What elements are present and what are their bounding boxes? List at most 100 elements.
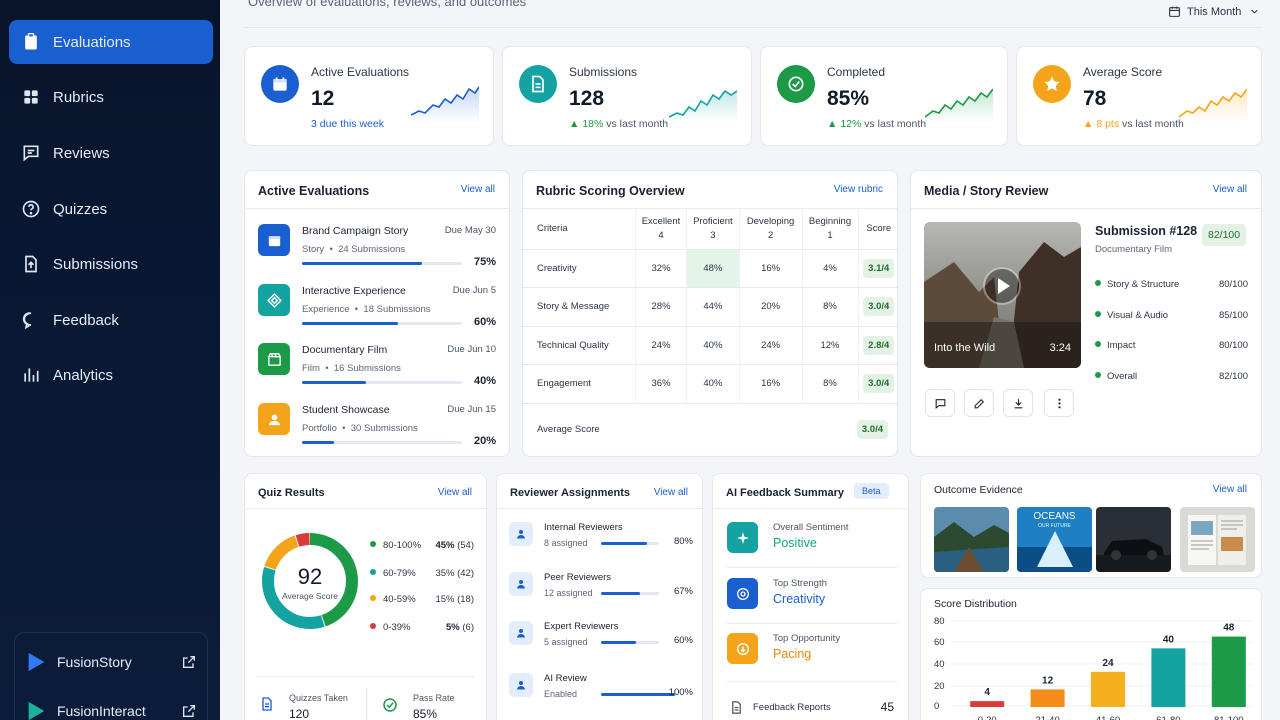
score-cell: 3.0/4 <box>857 364 897 404</box>
header-divider <box>244 27 1262 28</box>
period-selector[interactable]: This Month <box>1168 5 1266 18</box>
card-title: AI Feedback Summary <box>726 487 844 499</box>
sidebar-item-reviews[interactable]: Reviews <box>9 131 213 175</box>
evidence-thumbnail[interactable] <box>1180 507 1255 572</box>
data-label: 4 <box>984 687 990 698</box>
diamond-icon <box>258 284 290 316</box>
table-row[interactable]: Story & Message 28% 44% 20% 8% 3.0/4 <box>523 287 897 327</box>
column-header: Proficient 3 <box>686 209 740 250</box>
table-cell: 8% <box>801 364 858 404</box>
list-item[interactable]: Interactive Experience Due Jun 5 Experie… <box>258 284 496 334</box>
progress-bar <box>302 441 462 444</box>
external-link-icon[interactable] <box>181 703 197 719</box>
card-divider <box>727 681 897 682</box>
media-review-card: Media / Story Review View all Into the W… <box>910 170 1263 457</box>
progress-bar <box>601 641 659 644</box>
kpi-submissions[interactable]: Submissions 128 ▲ 18% vs last month <box>502 46 752 146</box>
insight-label: Top Opportunity <box>773 633 841 644</box>
list-item[interactable]: AI Review Enabled 100% <box>509 673 693 707</box>
table-row[interactable]: Engagement 36% 40% 16% 8% 3.0/4 <box>523 364 897 404</box>
comment-button[interactable] <box>925 389 955 417</box>
calendar-icon <box>261 65 299 103</box>
progress-percent: 20% <box>473 435 496 447</box>
view-all-link[interactable]: View all <box>1213 184 1247 195</box>
view-rubric-link[interactable]: View rubric <box>834 184 883 195</box>
list-item[interactable]: Student Showcase Due Jun 15 Portfolio • … <box>258 403 496 453</box>
app-fusionstory[interactable]: FusionStory <box>25 651 197 673</box>
kpi-active-evaluations[interactable]: Active Evaluations 12 3 due this week <box>244 46 494 146</box>
sidebar-item-rubrics[interactable]: Rubrics <box>9 75 213 119</box>
bar-41-60[interactable] <box>1091 671 1125 707</box>
evaluation-name: Brand Campaign Story <box>302 225 409 237</box>
edit-button[interactable] <box>964 389 994 417</box>
evidence-thumbnail[interactable]: OCEANS OUR FUTURE <box>1017 507 1092 572</box>
reviewer-sub: 8 assigned <box>544 538 588 548</box>
quiz-score-label: Average Score <box>281 591 339 601</box>
list-item[interactable]: Documentary Film Due Jun 10 Film • 16 Su… <box>258 343 496 393</box>
table-cell: 40% <box>686 364 740 404</box>
kpi-completed[interactable]: Completed 85% ▲ 12% vs last month <box>760 46 1008 146</box>
bar-0-20[interactable] <box>970 701 1005 707</box>
download-button[interactable] <box>1003 389 1033 417</box>
card-divider <box>713 508 910 509</box>
progress-percent: 67% <box>673 586 693 597</box>
external-link-icon[interactable] <box>181 654 197 670</box>
card-title: Active Evaluations <box>258 184 370 198</box>
progress-percent: 100% <box>668 687 693 698</box>
list-item[interactable]: Internal Reviewers 8 assigned 80% <box>509 522 693 556</box>
evidence-thumbnail[interactable] <box>1096 507 1171 572</box>
video-title: Into the Wild <box>934 342 996 354</box>
sidebar-item-label: Submissions <box>53 255 139 273</box>
video-player[interactable]: Into the Wild 3:24 <box>924 222 1081 368</box>
sidebar-item-analytics[interactable]: Analytics <box>9 353 213 397</box>
card-divider <box>257 676 475 677</box>
bar-21-40[interactable] <box>1030 689 1065 707</box>
progress-percent: 60% <box>473 316 496 328</box>
user-icon <box>509 673 533 697</box>
sparkline <box>669 89 737 123</box>
progress-bar <box>601 592 659 595</box>
sidebar-item-label: Evaluations <box>53 33 131 51</box>
sidebar: Evaluations Rubrics Reviews Quizzes Subm… <box>0 0 220 720</box>
view-all-link[interactable]: View all <box>1213 484 1247 495</box>
sidebar-item-quizzes[interactable]: Quizzes <box>9 187 213 231</box>
list-item[interactable]: Expert Reviewers 5 assigned 60% <box>509 621 693 655</box>
table-row[interactable]: Technical Quality 24% 40% 24% 12% 2.8/4 <box>523 326 897 365</box>
clipboard-icon <box>9 32 53 52</box>
list-item[interactable]: Brand Campaign Story Due May 30 Story • … <box>258 224 496 274</box>
insight-row: Overall Sentiment Positive <box>727 522 897 562</box>
x-tick-label: 81-100 <box>1214 715 1244 720</box>
app-fusioninteract[interactable]: FusionInteract <box>25 700 197 720</box>
table-row[interactable]: Creativity 32% 48% 16% 4% 3.1/4 <box>523 249 897 288</box>
view-all-link[interactable]: View all <box>654 487 688 498</box>
card-divider <box>911 208 1263 209</box>
play-icon[interactable] <box>982 266 1022 306</box>
quizzes-taken-value: 120 <box>289 707 310 720</box>
submission-score-badge: 82/100 <box>1202 224 1247 246</box>
column-header: Excellent 4 <box>634 209 687 250</box>
sidebar-item-feedback[interactable]: Feedback <box>9 298 213 342</box>
column-header: Beginning 1 <box>801 209 858 250</box>
sidebar-item-evaluations[interactable]: Evaluations <box>9 20 213 64</box>
table-cell: 16% <box>738 249 802 288</box>
evidence-thumbnail[interactable] <box>934 507 1009 572</box>
kpi-value: 85% <box>827 87 870 110</box>
kpi-subtext: ▲ 18% vs last month <box>569 118 669 130</box>
play-logo-icon <box>28 701 45 720</box>
bar-61-80[interactable] <box>1151 648 1186 707</box>
y-tick-label: 60 <box>934 637 945 648</box>
score-distribution-card: Score Distribution 80604020040-201221-40… <box>920 588 1262 720</box>
view-all-link[interactable]: View all <box>461 184 495 195</box>
kpi-label: Active Evaluations <box>311 65 410 79</box>
rubric-card: Rubric Scoring Overview View rubric Crit… <box>522 170 898 457</box>
table-cell: 48% <box>686 249 740 288</box>
progress-bar <box>601 542 659 545</box>
bar-81-100[interactable] <box>1211 636 1246 707</box>
more-button[interactable] <box>1044 389 1074 417</box>
sidebar-item-submissions[interactable]: Submissions <box>9 242 213 286</box>
due-date: Due May 30 <box>444 225 496 236</box>
data-label: 24 <box>1102 658 1114 669</box>
kpi-average-score[interactable]: Average Score 78 ▲ 8 pts vs last month <box>1016 46 1262 146</box>
view-all-link[interactable]: View all <box>438 487 472 498</box>
list-item[interactable]: Peer Reviewers 12 assigned 67% <box>509 572 693 606</box>
